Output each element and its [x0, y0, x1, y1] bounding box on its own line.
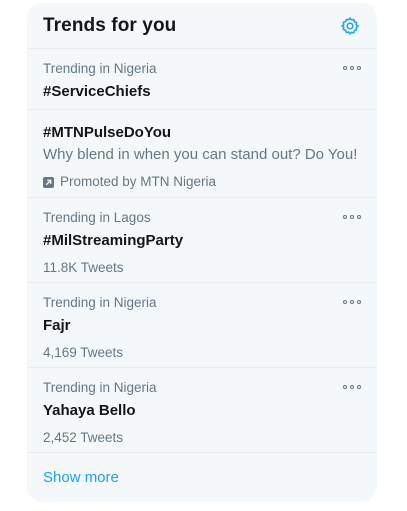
trend-item-promoted[interactable]: #MTNPulseDoYou Why blend in when you can…: [27, 110, 377, 198]
trend-name: #ServiceChiefs: [43, 83, 151, 100]
trend-item-yahayabello[interactable]: Trending in Nigeria Yahaya Bello 2,452 T…: [27, 368, 377, 453]
trends-title: Trends for you: [43, 14, 177, 36]
tweet-count: 2,452 Tweets: [43, 430, 124, 445]
trend-context: Trending in Nigeria: [43, 295, 157, 310]
tweet-count: 11.8K Tweets: [43, 260, 124, 275]
more-options-icon[interactable]: [343, 60, 361, 76]
promoted-text: Promoted by MTN Nigeria: [60, 174, 217, 189]
trend-context: Trending in Nigeria: [43, 380, 157, 395]
trend-context: Trending in Lagos: [43, 210, 151, 225]
trend-name: #MTNPulseDoYou: [43, 124, 172, 141]
trend-name: Yahaya Bello: [43, 402, 136, 419]
trend-name: Fajr: [43, 317, 71, 334]
trend-item-fajr[interactable]: Trending in Nigeria Fajr 4,169 Tweets: [27, 283, 377, 368]
show-more-link[interactable]: Show more: [27, 453, 377, 501]
trends-panel: Trends for you Trending in Nigeria #Serv…: [27, 3, 377, 502]
more-options-icon[interactable]: [343, 294, 361, 310]
trend-item-servicechiefs[interactable]: Trending in Nigeria #ServiceChiefs: [27, 49, 377, 110]
promo-description: Why blend in when you can stand out? Do …: [43, 146, 358, 163]
promoted-icon: [43, 176, 54, 188]
more-options-icon[interactable]: [343, 209, 361, 225]
more-options-icon[interactable]: [343, 379, 361, 395]
trend-name: #MilStreamingParty: [43, 232, 184, 249]
tweet-count: 4,169 Tweets: [43, 345, 124, 360]
trend-item-milstreamingparty[interactable]: Trending in Lagos #MilStreamingParty 11.…: [27, 198, 377, 283]
promoted-label: Promoted by MTN Nigeria: [43, 173, 361, 191]
gear-icon[interactable]: [339, 15, 361, 37]
trend-context: Trending in Nigeria: [43, 61, 157, 76]
trends-header: Trends for you: [27, 3, 377, 49]
